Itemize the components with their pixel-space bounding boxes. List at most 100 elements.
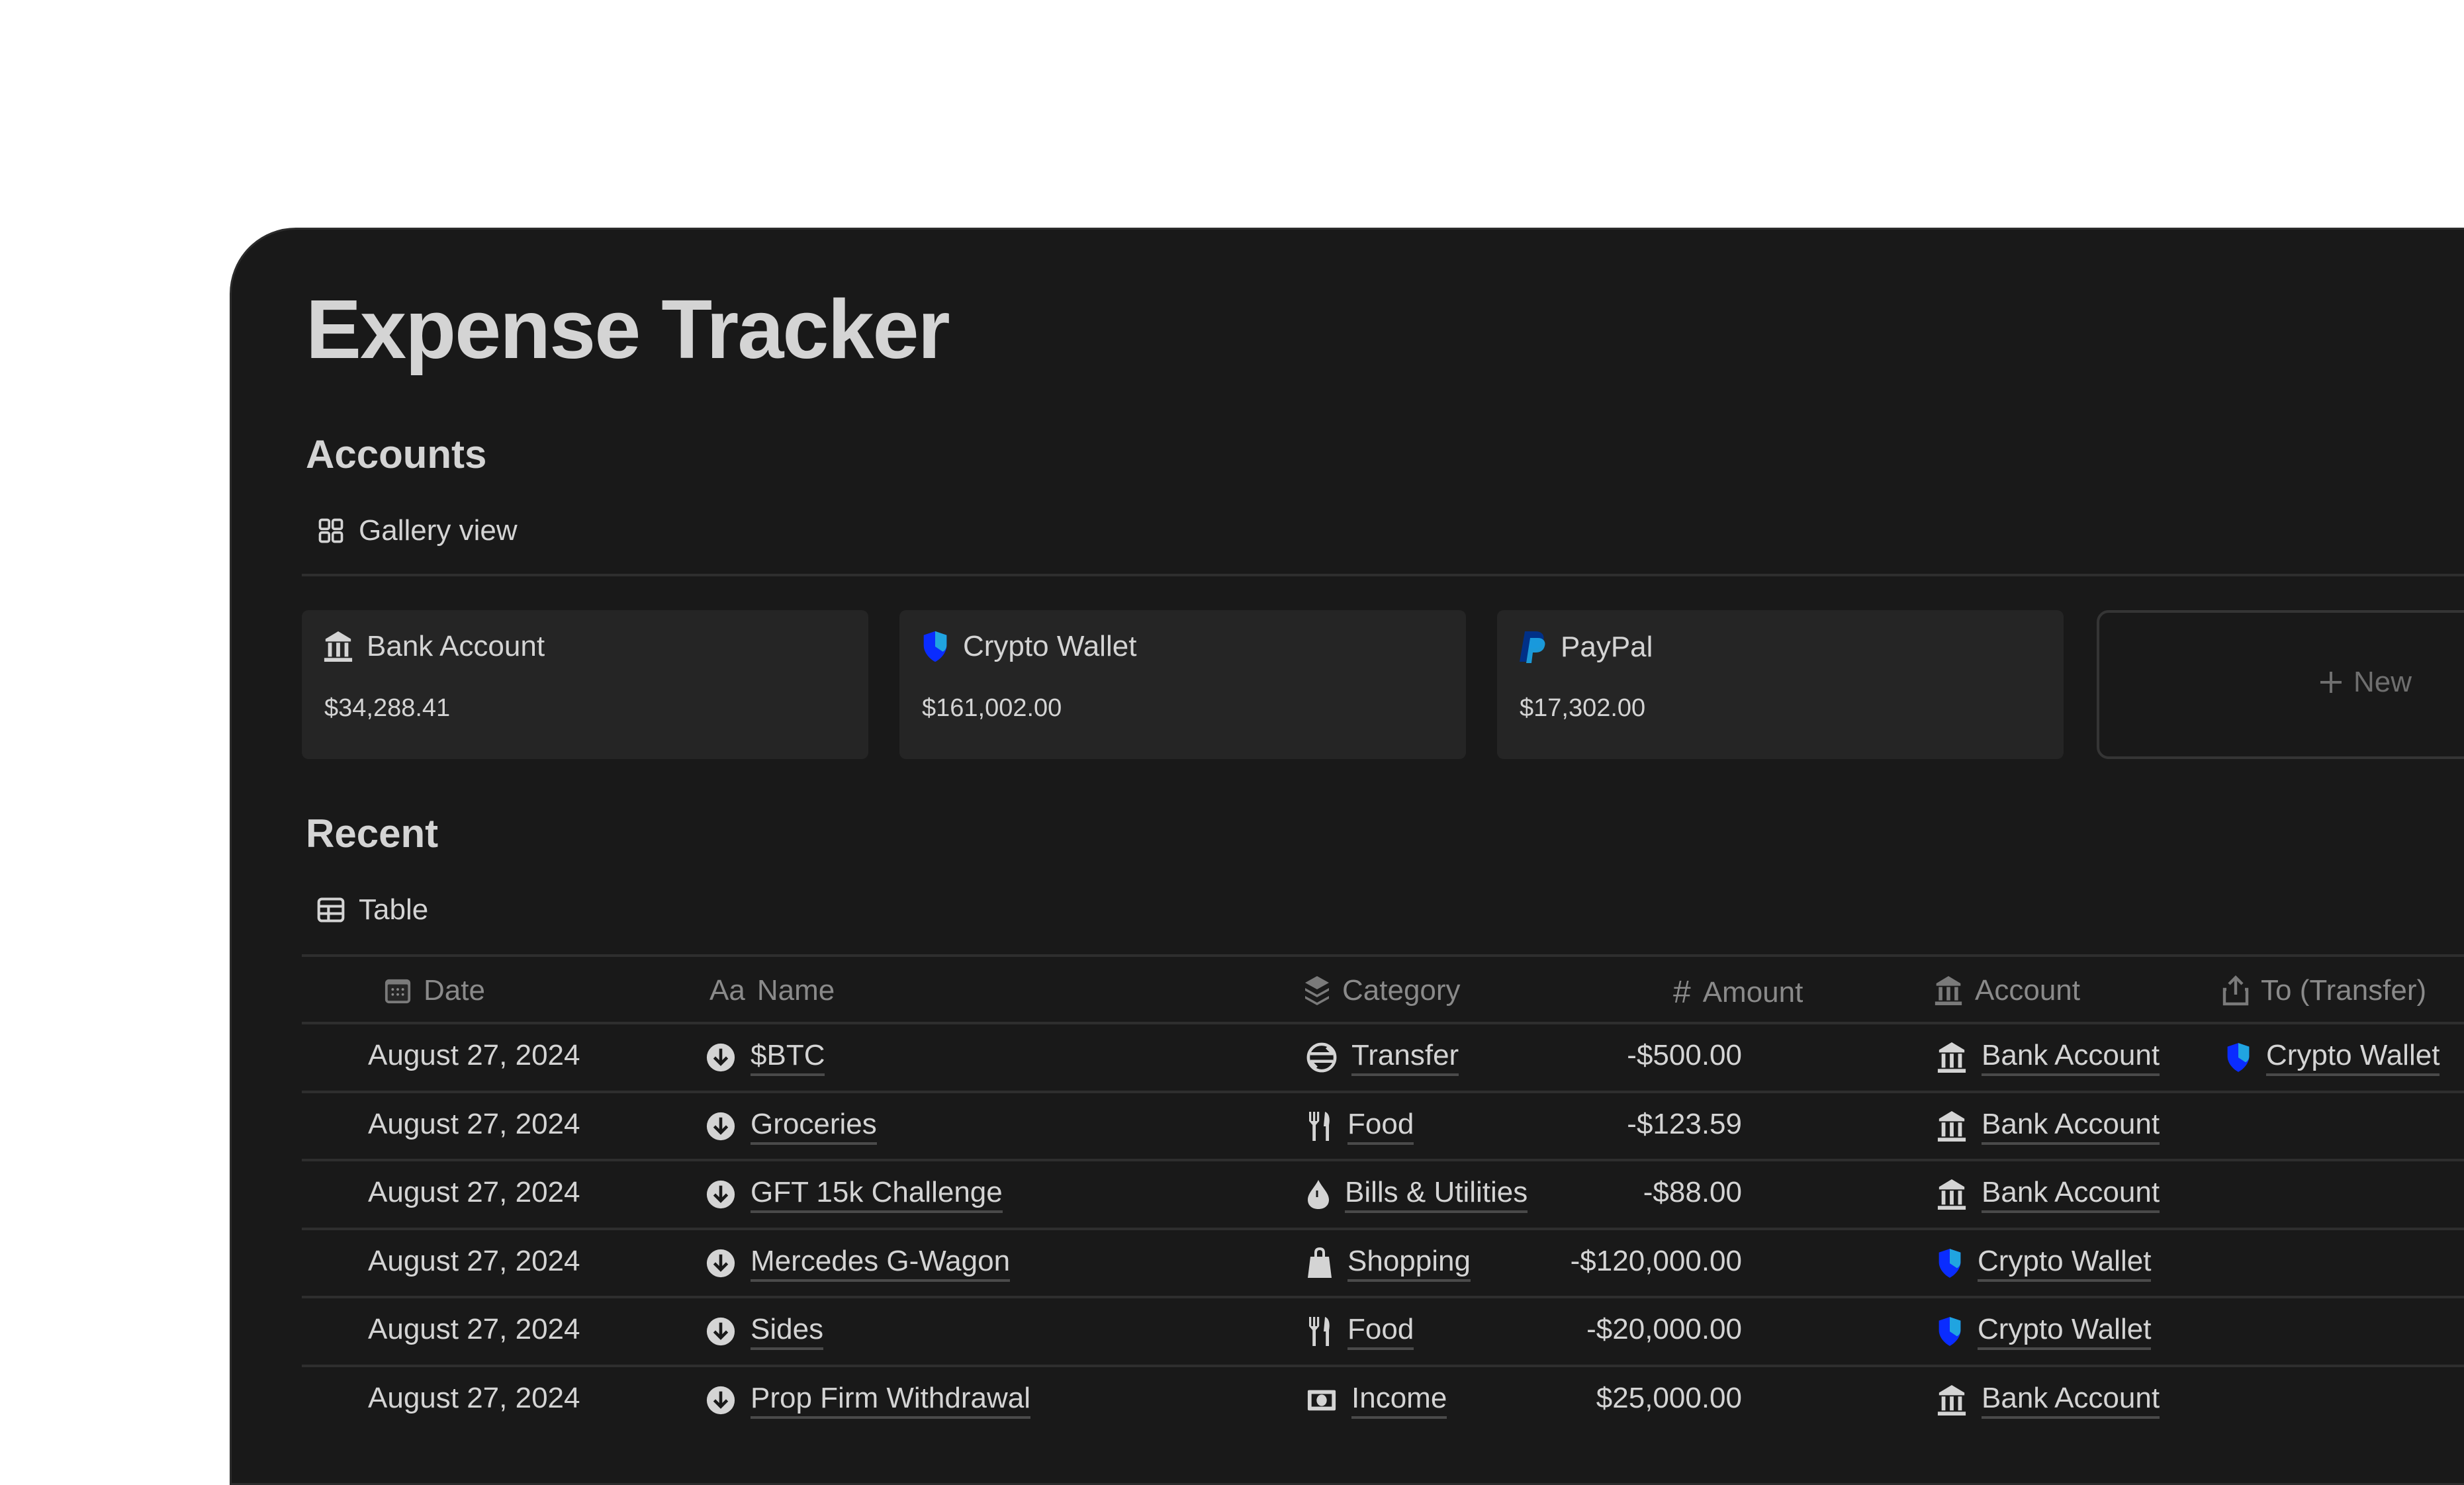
bank-icon bbox=[1934, 975, 1963, 1007]
name-cell[interactable]: $BTC bbox=[706, 1039, 825, 1076]
amount-value: -$500.00 bbox=[1627, 1039, 1742, 1071]
account-link[interactable]: Bank Account bbox=[1982, 1176, 2160, 1213]
amount-cell: -$500.00 bbox=[1464, 1039, 1742, 1072]
account-card-balance: $17,302.00 bbox=[1520, 694, 1646, 722]
name-cell[interactable]: Sides bbox=[706, 1313, 824, 1350]
amount-value: $25,000.00 bbox=[1596, 1381, 1742, 1414]
bank-icon bbox=[1937, 1178, 1967, 1211]
name-link[interactable]: Groceries bbox=[751, 1108, 877, 1145]
arrow-down-circle-icon bbox=[706, 1385, 736, 1416]
table-view-label: Table bbox=[359, 893, 429, 926]
name-link[interactable]: GFT 15k Challenge bbox=[751, 1176, 1003, 1213]
hash-icon: # bbox=[1673, 975, 1691, 1010]
date-cell: August 27, 2024 bbox=[368, 1108, 580, 1141]
category-link[interactable]: Income bbox=[1351, 1382, 1447, 1419]
table-row[interactable]: August 27, 2024 Groceries Food -$123.59 … bbox=[302, 1090, 2464, 1161]
table-view-tab[interactable]: Table bbox=[316, 893, 428, 926]
gallery-view-tab[interactable]: Gallery view bbox=[316, 514, 518, 547]
column-header-label: Date bbox=[424, 974, 485, 1007]
table-row[interactable]: August 27, 2024 $BTC Transfer -$500.00 B… bbox=[302, 1022, 2464, 1093]
table-row[interactable]: August 27, 2024 Prop Firm Withdrawal Inc… bbox=[302, 1364, 2464, 1435]
page-panel: Expense Tracker Accounts Gallery view Ba… bbox=[230, 228, 2464, 1485]
name-cell[interactable]: Mercedes G-Wagon bbox=[706, 1245, 1011, 1282]
paypal-icon bbox=[1518, 630, 1547, 664]
account-cell[interactable]: Crypto Wallet bbox=[1937, 1313, 2152, 1350]
amount-cell: -$123.59 bbox=[1464, 1108, 1742, 1141]
account-card-balance: $161,002.00 bbox=[922, 694, 1062, 722]
shield-icon bbox=[2225, 1042, 2252, 1073]
account-cell[interactable]: Bank Account bbox=[1937, 1108, 2160, 1145]
arrow-down-circle-icon bbox=[706, 1042, 736, 1073]
date-value: August 27, 2024 bbox=[368, 1039, 580, 1071]
column-header-label: Name bbox=[756, 974, 835, 1007]
name-link[interactable]: $BTC bbox=[751, 1039, 825, 1076]
to-account-link[interactable]: Crypto Wallet bbox=[2266, 1039, 2440, 1076]
plus-icon bbox=[2318, 669, 2344, 696]
name-cell[interactable]: Groceries bbox=[706, 1108, 877, 1145]
date-value: August 27, 2024 bbox=[368, 1107, 580, 1140]
name-link[interactable]: Prop Firm Withdrawal bbox=[751, 1382, 1030, 1419]
table-row[interactable]: August 27, 2024 Mercedes G-Wagon Shoppin… bbox=[302, 1227, 2464, 1298]
column-header-label: Account bbox=[1975, 974, 2080, 1007]
account-cell[interactable]: Bank Account bbox=[1937, 1382, 2160, 1419]
category-link[interactable]: Food bbox=[1347, 1108, 1414, 1145]
column-header-to-transfer[interactable]: To (Transfer) bbox=[2222, 974, 2426, 1007]
name-link[interactable]: Mercedes G-Wagon bbox=[751, 1245, 1011, 1282]
account-cell[interactable]: Bank Account bbox=[1937, 1039, 2160, 1076]
account-cell[interactable]: Bank Account bbox=[1937, 1176, 2160, 1213]
category-cell[interactable]: Food bbox=[1306, 1108, 1414, 1145]
category-cell[interactable]: Food bbox=[1306, 1313, 1414, 1350]
text-icon: Aa bbox=[709, 974, 745, 1007]
accounts-heading: Accounts bbox=[306, 432, 487, 476]
category-cell[interactable]: Shopping bbox=[1306, 1245, 1471, 1282]
arrow-down-circle-icon bbox=[706, 1316, 736, 1347]
account-link[interactable]: Bank Account bbox=[1982, 1039, 2160, 1076]
shield-icon bbox=[921, 630, 950, 663]
category-link[interactable]: Transfer bbox=[1351, 1039, 1459, 1076]
column-header-amount[interactable]: # Amount bbox=[1673, 974, 1803, 1011]
column-header-account[interactable]: Account bbox=[1934, 974, 2080, 1007]
amount-cell: $25,000.00 bbox=[1464, 1382, 1742, 1415]
column-header-date[interactable]: Date bbox=[384, 974, 485, 1007]
arrow-down-circle-icon bbox=[706, 1111, 736, 1142]
column-header-category[interactable]: Category bbox=[1304, 974, 1461, 1007]
account-link[interactable]: Bank Account bbox=[1982, 1108, 2160, 1145]
name-link[interactable]: Sides bbox=[751, 1313, 824, 1350]
account-card-balance: $34,288.41 bbox=[324, 694, 451, 722]
category-cell[interactable]: Transfer bbox=[1306, 1039, 1459, 1076]
date-cell: August 27, 2024 bbox=[368, 1382, 580, 1415]
to-transfer-cell[interactable]: Crypto Wallet bbox=[2225, 1039, 2440, 1076]
bank-icon bbox=[1937, 1110, 1967, 1143]
account-link[interactable]: Bank Account bbox=[1982, 1382, 2160, 1419]
amount-value: -$123.59 bbox=[1627, 1107, 1742, 1140]
category-cell[interactable]: Income bbox=[1306, 1382, 1447, 1419]
gallery-view-label: Gallery view bbox=[359, 514, 518, 547]
category-link[interactable]: Shopping bbox=[1347, 1245, 1471, 1282]
account-card-paypal[interactable]: PayPal $17,302.00 bbox=[1497, 610, 2064, 759]
amount-cell: -$88.00 bbox=[1464, 1176, 1742, 1209]
shield-icon bbox=[1937, 1316, 1963, 1347]
table-row[interactable]: August 27, 2024 Sides Food -$20,000.00 C… bbox=[302, 1296, 2464, 1367]
account-card-crypto[interactable]: Crypto Wallet $161,002.00 bbox=[899, 610, 1466, 759]
table-icon bbox=[316, 895, 345, 924]
utensils-icon bbox=[1306, 1316, 1333, 1347]
new-account-button[interactable]: New bbox=[2097, 610, 2464, 759]
amount-value: -$120,000.00 bbox=[1570, 1244, 1742, 1277]
name-cell[interactable]: GFT 15k Challenge bbox=[706, 1176, 1003, 1213]
calendar-icon bbox=[384, 977, 412, 1005]
column-header-name[interactable]: Aa Name bbox=[709, 974, 835, 1007]
page-title: Expense Tracker bbox=[306, 283, 950, 376]
table-row[interactable]: August 27, 2024 GFT 15k Challenge Bills … bbox=[302, 1159, 2464, 1230]
account-cell[interactable]: Crypto Wallet bbox=[1937, 1245, 2152, 1282]
date-value: August 27, 2024 bbox=[368, 1381, 580, 1414]
name-cell[interactable]: Prop Firm Withdrawal bbox=[706, 1382, 1030, 1419]
account-card-bank[interactable]: Bank Account $34,288.41 bbox=[302, 610, 868, 759]
category-link[interactable]: Food bbox=[1347, 1313, 1414, 1350]
bank-icon bbox=[1937, 1041, 1967, 1074]
account-card-name: PayPal bbox=[1561, 631, 1653, 663]
date-cell: August 27, 2024 bbox=[368, 1245, 580, 1278]
account-link[interactable]: Crypto Wallet bbox=[1978, 1245, 2152, 1282]
account-link[interactable]: Crypto Wallet bbox=[1978, 1313, 2152, 1350]
arrow-down-circle-icon bbox=[706, 1248, 736, 1279]
accounts-divider bbox=[302, 574, 2464, 576]
